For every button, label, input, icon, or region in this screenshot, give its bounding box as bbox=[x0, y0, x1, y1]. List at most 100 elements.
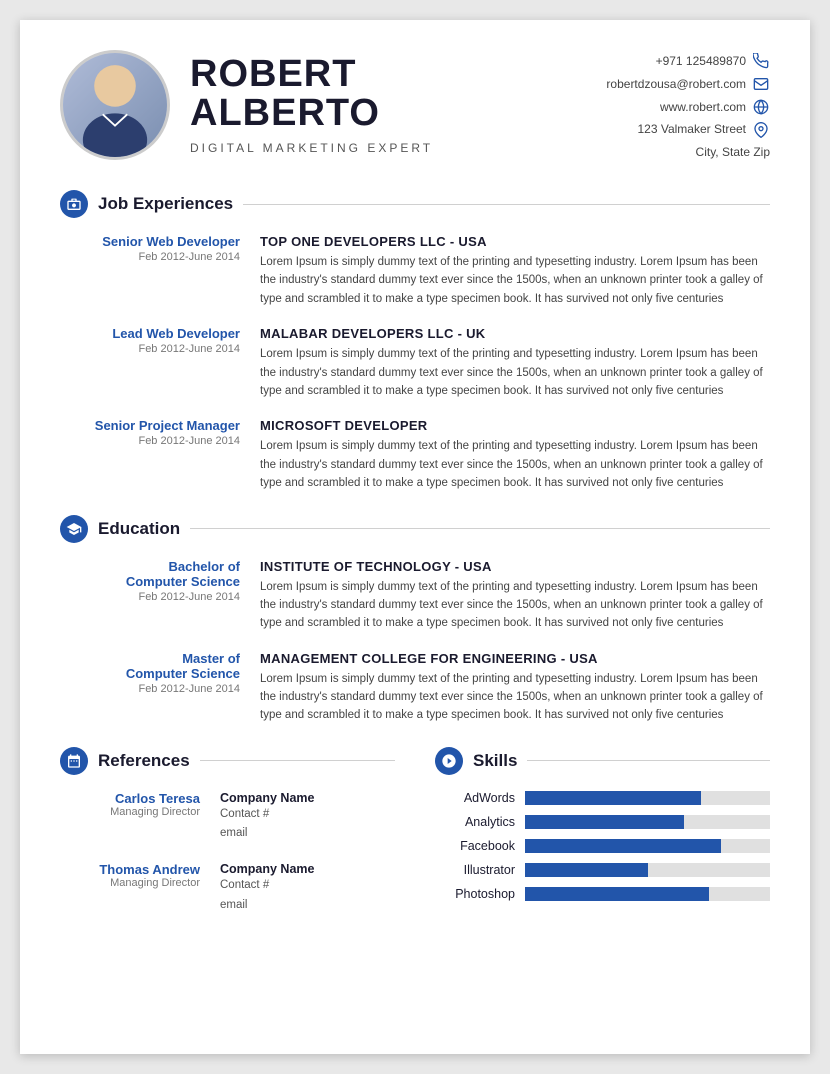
skill-bar-fill bbox=[525, 839, 721, 853]
experience-section: Job Experiences Senior Web Developer Feb… bbox=[60, 190, 770, 493]
phone-icon bbox=[752, 52, 770, 70]
entry-right: MALABAR DEVELOPERS LLC - UK Lorem Ipsum … bbox=[260, 326, 770, 400]
skill-bar-fill bbox=[525, 815, 684, 829]
reference-entry: Thomas Andrew Managing Director Company … bbox=[60, 862, 395, 915]
skill-bar-bg bbox=[525, 791, 770, 805]
education-section-header: Education bbox=[60, 515, 770, 543]
education-icon bbox=[60, 515, 88, 543]
reference-entry: Carlos Teresa Managing Director Company … bbox=[60, 791, 395, 844]
entry-right: MICROSOFT DEVELOPER Lorem Ipsum is simpl… bbox=[260, 418, 770, 492]
experience-icon bbox=[60, 190, 88, 218]
education-entry: Master ofComputer Science Feb 2012-June … bbox=[60, 651, 770, 725]
ref-left: Carlos Teresa Managing Director bbox=[60, 791, 220, 844]
ref-left: Thomas Andrew Managing Director bbox=[60, 862, 220, 915]
education-section: Education Bachelor ofComputer Science Fe… bbox=[60, 515, 770, 725]
entry-left: Lead Web Developer Feb 2012-June 2014 bbox=[60, 326, 260, 400]
skill-entries: AdWords Analytics Facebook Illustrator P… bbox=[435, 791, 770, 901]
entry-desc: Lorem Ipsum is simply dummy text of the … bbox=[260, 670, 770, 725]
entry-right: TOP ONE DEVELOPERS LLC - USA Lorem Ipsum… bbox=[260, 234, 770, 308]
ref-name: Carlos Teresa bbox=[60, 791, 200, 806]
skill-label: AdWords bbox=[435, 791, 515, 805]
ref-right: Company Name Contact #email bbox=[220, 791, 395, 844]
skills-icon bbox=[435, 747, 463, 775]
entry-date: Feb 2012-June 2014 bbox=[60, 251, 240, 263]
entry-job-title: Senior Web Developer bbox=[60, 234, 240, 249]
references-divider bbox=[200, 760, 395, 761]
entry-desc: Lorem Ipsum is simply dummy text of the … bbox=[260, 345, 770, 400]
skills-column: Skills AdWords Analytics Facebook Illust… bbox=[425, 747, 770, 933]
experience-entry: Lead Web Developer Feb 2012-June 2014 MA… bbox=[60, 326, 770, 400]
ref-contact: Contact #email bbox=[220, 876, 395, 915]
phone-row: +971 125489870 bbox=[606, 50, 770, 73]
skill-bar-fill bbox=[525, 791, 701, 805]
entry-job-title: Bachelor ofComputer Science bbox=[60, 559, 240, 589]
entry-company: MALABAR DEVELOPERS LLC - UK bbox=[260, 326, 770, 341]
entry-date: Feb 2012-June 2014 bbox=[60, 343, 240, 355]
address1-text: 123 Valmaker Street bbox=[638, 118, 747, 141]
resume-document: ROBERT ALBERTO DIGITAL MARKETING EXPERT … bbox=[20, 20, 810, 1054]
entry-left: Senior Web Developer Feb 2012-June 2014 bbox=[60, 234, 260, 308]
entry-job-title: Master ofComputer Science bbox=[60, 651, 240, 681]
entry-job-title: Lead Web Developer bbox=[60, 326, 240, 341]
education-entry: Bachelor ofComputer Science Feb 2012-Jun… bbox=[60, 559, 770, 633]
website-text: www.robert.com bbox=[660, 96, 746, 119]
experience-entries: Senior Web Developer Feb 2012-June 2014 … bbox=[60, 234, 770, 493]
website-row: www.robert.com bbox=[606, 96, 770, 119]
skill-label: Illustrator bbox=[435, 863, 515, 877]
skills-label: Skills bbox=[473, 751, 517, 771]
education-divider bbox=[190, 528, 770, 529]
skill-bar-bg bbox=[525, 815, 770, 829]
references-section-header: References bbox=[60, 747, 395, 775]
entry-left: Master ofComputer Science Feb 2012-June … bbox=[60, 651, 260, 725]
email-row: robertdzousa@robert.com bbox=[606, 73, 770, 96]
skill-bar-fill bbox=[525, 863, 648, 877]
address2-row: City, State Zip bbox=[606, 141, 770, 164]
skill-bar-bg bbox=[525, 887, 770, 901]
ref-right: Company Name Contact #email bbox=[220, 862, 395, 915]
ref-company: Company Name bbox=[220, 862, 395, 876]
skill-bar-bg bbox=[525, 839, 770, 853]
ref-role: Managing Director bbox=[60, 877, 200, 889]
skill-entry: Illustrator bbox=[435, 863, 770, 877]
skill-entry: Photoshop bbox=[435, 887, 770, 901]
entry-right: MANAGEMENT COLLEGE FOR ENGINEERING - USA… bbox=[260, 651, 770, 725]
education-entries: Bachelor ofComputer Science Feb 2012-Jun… bbox=[60, 559, 770, 725]
references-label: References bbox=[98, 751, 190, 771]
entry-company: INSTITUTE OF TECHNOLOGY - USA bbox=[260, 559, 770, 574]
skill-label: Facebook bbox=[435, 839, 515, 853]
entry-desc: Lorem Ipsum is simply dummy text of the … bbox=[260, 578, 770, 633]
entry-desc: Lorem Ipsum is simply dummy text of the … bbox=[260, 253, 770, 308]
experience-section-header: Job Experiences bbox=[60, 190, 770, 218]
phone-text: +971 125489870 bbox=[656, 50, 746, 73]
contact-section: +971 125489870 robertdzousa@robert.com bbox=[606, 50, 770, 164]
skill-entry: AdWords bbox=[435, 791, 770, 805]
entry-left: Senior Project Manager Feb 2012-June 201… bbox=[60, 418, 260, 492]
entry-company: MICROSOFT DEVELOPER bbox=[260, 418, 770, 433]
ref-name: Thomas Andrew bbox=[60, 862, 200, 877]
experience-entry: Senior Project Manager Feb 2012-June 201… bbox=[60, 418, 770, 492]
experience-entry: Senior Web Developer Feb 2012-June 2014 … bbox=[60, 234, 770, 308]
skill-label: Photoshop bbox=[435, 887, 515, 901]
experience-label: Job Experiences bbox=[98, 194, 233, 214]
entry-left: Bachelor ofComputer Science Feb 2012-Jun… bbox=[60, 559, 260, 633]
ref-company: Company Name bbox=[220, 791, 395, 805]
references-column: References Carlos Teresa Managing Direct… bbox=[60, 747, 425, 933]
entry-job-title: Senior Project Manager bbox=[60, 418, 240, 433]
skill-entry: Analytics bbox=[435, 815, 770, 829]
skill-entry: Facebook bbox=[435, 839, 770, 853]
entry-date: Feb 2012-June 2014 bbox=[60, 435, 240, 447]
entry-company: TOP ONE DEVELOPERS LLC - USA bbox=[260, 234, 770, 249]
entry-date: Feb 2012-June 2014 bbox=[60, 683, 240, 695]
education-label: Education bbox=[98, 519, 180, 539]
skill-label: Analytics bbox=[435, 815, 515, 829]
header-section: ROBERT ALBERTO DIGITAL MARKETING EXPERT … bbox=[60, 50, 770, 160]
address2-text: City, State Zip bbox=[696, 141, 770, 164]
entry-company: MANAGEMENT COLLEGE FOR ENGINEERING - USA bbox=[260, 651, 770, 666]
reference-entries: Carlos Teresa Managing Director Company … bbox=[60, 791, 395, 915]
email-text: robertdzousa@robert.com bbox=[606, 73, 746, 96]
ref-role: Managing Director bbox=[60, 806, 200, 818]
skill-bar-bg bbox=[525, 863, 770, 877]
ref-contact: Contact #email bbox=[220, 805, 395, 844]
email-icon bbox=[752, 75, 770, 93]
skills-divider bbox=[527, 760, 770, 761]
